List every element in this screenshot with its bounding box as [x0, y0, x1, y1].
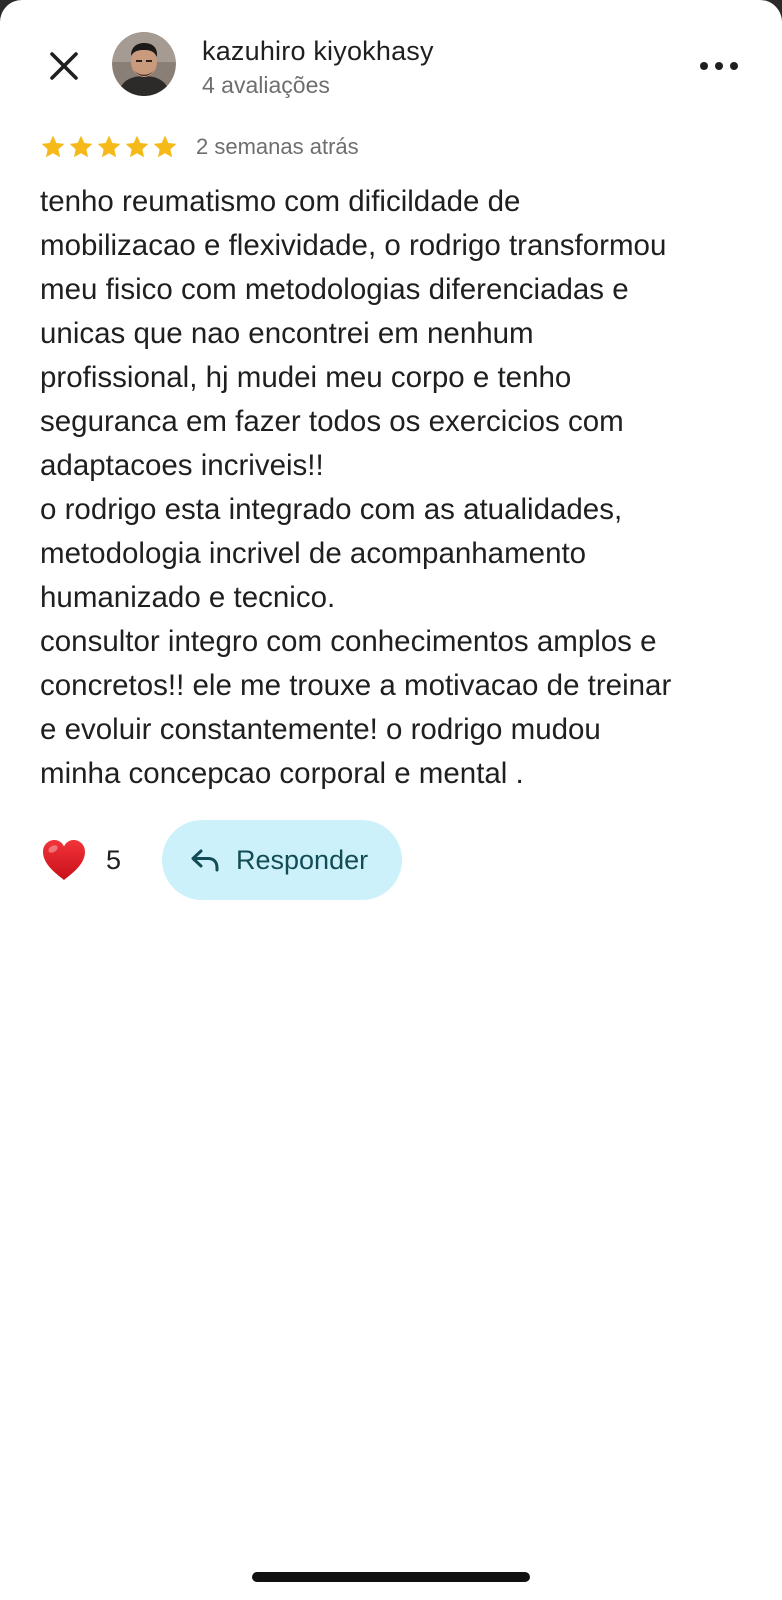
review-detail-sheet: kazuhiro kiyokhasy 4 avaliações 2 semana… [0, 0, 782, 1600]
star-icon [69, 135, 93, 158]
more-horizontal-icon [700, 62, 738, 70]
avatar[interactable] [112, 32, 176, 96]
star-icon [97, 135, 121, 158]
rating-row: 2 semanas atrás [40, 130, 359, 164]
heart-icon [43, 840, 85, 880]
reply-arrow-icon [191, 849, 219, 872]
review-actions: 5 Responder [40, 820, 403, 900]
author-name[interactable]: kazuhiro kiyokhasy [202, 36, 434, 67]
review-header: kazuhiro kiyokhasy 4 avaliações [0, 28, 782, 102]
reply-button[interactable]: Responder [162, 820, 403, 900]
review-count: 4 avaliações [202, 72, 330, 98]
more-options-button[interactable] [692, 46, 746, 86]
home-indicator[interactable] [252, 1572, 530, 1582]
review-date: 2 semanas atrás [196, 134, 359, 159]
close-icon [50, 52, 78, 80]
star-rating [40, 134, 178, 160]
star-icon [125, 135, 149, 158]
star-icon [153, 135, 177, 158]
avatar-photo [112, 32, 176, 96]
star-icon [41, 135, 65, 158]
like-button[interactable] [40, 836, 88, 884]
review-text: tenho reumatismo com dificildade de mobi… [40, 185, 672, 790]
reply-button-label: Responder [236, 844, 369, 875]
close-button[interactable] [44, 46, 84, 86]
like-count: 5 [106, 844, 122, 875]
